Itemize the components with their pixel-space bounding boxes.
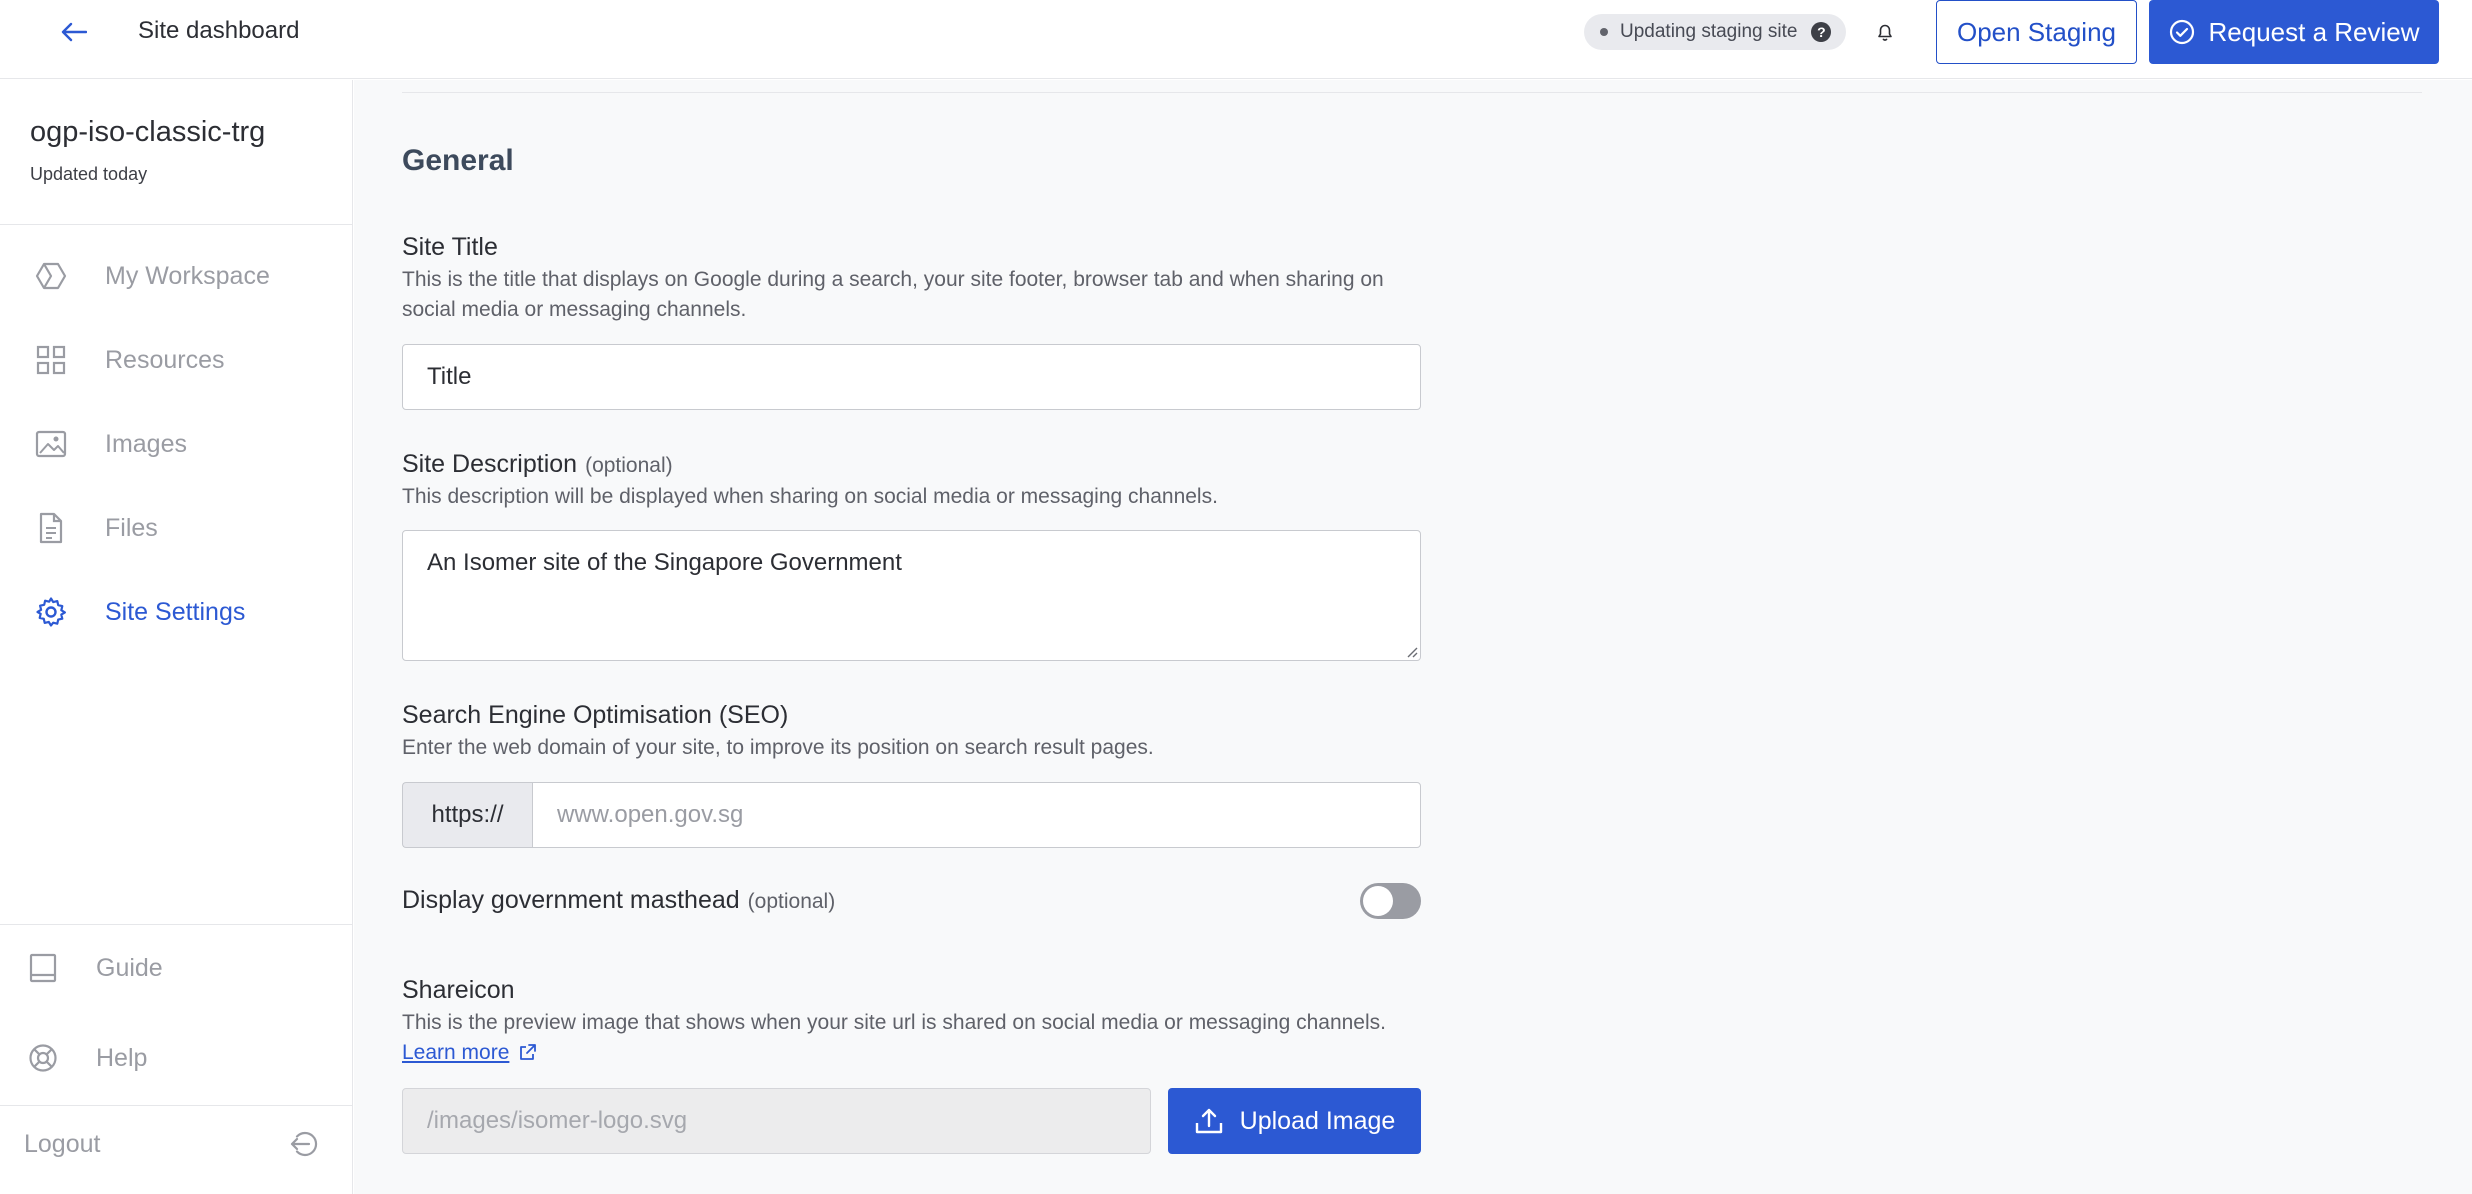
sidebar-divider bbox=[0, 1105, 353, 1106]
bell-icon bbox=[1878, 24, 1892, 41]
shareicon-help-text: This is the preview image that shows whe… bbox=[402, 1011, 1386, 1034]
help-circle-icon[interactable]: ? bbox=[1811, 22, 1832, 42]
notifications-button[interactable] bbox=[1870, 18, 1900, 48]
status-text: Updating staging site bbox=[1620, 21, 1798, 42]
resize-grip-icon[interactable] bbox=[1404, 644, 1418, 658]
grid-icon bbox=[34, 343, 68, 377]
sidebar-item-label: Images bbox=[105, 429, 187, 458]
check-circle-icon bbox=[2169, 19, 2194, 45]
sidebar-item-images[interactable]: Images bbox=[0, 412, 352, 476]
toggle-knob bbox=[1363, 886, 1393, 916]
request-review-label: Request a Review bbox=[2208, 16, 2420, 47]
back-button[interactable] bbox=[54, 14, 94, 50]
external-link-icon bbox=[520, 1044, 537, 1060]
optional-tag: (optional) bbox=[585, 454, 673, 477]
sidebar-item-my-workspace[interactable]: My Workspace bbox=[0, 244, 352, 308]
seo-label: Search Engine Optimisation (SEO) bbox=[402, 701, 789, 729]
optional-tag: (optional) bbox=[747, 890, 836, 913]
help-label: Help bbox=[96, 1044, 148, 1072]
settings-main: General Site Title This is the title tha… bbox=[354, 80, 2472, 1194]
upload-image-button[interactable]: Upload Image bbox=[1168, 1088, 1421, 1154]
masthead-toggle[interactable] bbox=[1360, 883, 1421, 919]
site-updated-text: Updated today bbox=[30, 164, 148, 184]
upload-icon bbox=[1195, 1108, 1222, 1134]
lifebuoy-icon bbox=[26, 1041, 60, 1075]
workspace-icon bbox=[34, 259, 68, 293]
main-divider bbox=[402, 92, 2422, 93]
logout-label: Logout bbox=[24, 1130, 101, 1158]
section-heading: General bbox=[402, 144, 514, 177]
sidebar-divider bbox=[0, 924, 353, 925]
masthead-label: Display government masthead (optional) bbox=[402, 886, 835, 915]
site-title-label: Site Title bbox=[402, 233, 498, 261]
sidebar-divider bbox=[0, 224, 353, 225]
site-description-label: Site Description (optional) bbox=[402, 450, 673, 479]
request-review-button[interactable]: Request a Review bbox=[2149, 0, 2439, 64]
site-description-label-text: Site Description bbox=[402, 450, 578, 478]
shareicon-help: This is the preview image that shows whe… bbox=[402, 1008, 1422, 1068]
domain-input[interactable]: www.open.gov.sg bbox=[532, 782, 1421, 848]
image-icon bbox=[34, 427, 68, 461]
sidebar-item-label: Site Settings bbox=[105, 597, 246, 626]
shareicon-label: Shareicon bbox=[402, 976, 515, 1004]
shareicon-path-input: /images/isomer-logo.svg bbox=[402, 1088, 1151, 1154]
url-prefix: https:// bbox=[402, 782, 532, 848]
guide-label: Guide bbox=[96, 954, 163, 982]
learn-more-link[interactable]: Learn more bbox=[402, 1041, 509, 1064]
shareicon-path-value: /images/isomer-logo.svg bbox=[427, 1107, 688, 1134]
sidebar-item-site-settings[interactable]: Site Settings bbox=[0, 580, 352, 644]
sidebar-item-guide[interactable]: Guide bbox=[0, 938, 352, 998]
site-description-textarea[interactable]: An Isomer site of the Singapore Governme… bbox=[402, 530, 1421, 661]
sidebar-item-files[interactable]: Files bbox=[0, 496, 352, 560]
seo-help: Enter the web domain of your site, to im… bbox=[402, 736, 1154, 759]
site-description-value: An Isomer site of the Singapore Governme… bbox=[427, 549, 902, 576]
status-dot bbox=[1600, 28, 1608, 36]
arrow-left-icon bbox=[61, 22, 87, 42]
sidebar-item-resources[interactable]: Resources bbox=[0, 328, 352, 392]
domain-placeholder: www.open.gov.sg bbox=[557, 801, 744, 828]
sidebar-item-help[interactable]: Help bbox=[0, 1028, 352, 1088]
book-icon bbox=[26, 951, 60, 985]
sidebar-item-label: My Workspace bbox=[105, 261, 270, 290]
sidebar-item-label: Files bbox=[105, 513, 158, 542]
site-description-help: This description will be displayed when … bbox=[402, 485, 1218, 508]
site-title-help: This is the title that displays on Googl… bbox=[402, 268, 1384, 321]
upload-image-label: Upload Image bbox=[1239, 1106, 1396, 1135]
sidebar: ogp-iso-classic-trg Updated today My Wor… bbox=[0, 80, 353, 1194]
status-badge: Updating staging site ? bbox=[1584, 14, 1846, 50]
open-staging-button[interactable]: Open Staging bbox=[1936, 0, 2137, 64]
logout-button[interactable]: Logout bbox=[0, 1114, 352, 1174]
file-icon bbox=[34, 511, 68, 545]
masthead-label-text: Display government masthead bbox=[402, 886, 740, 914]
header-title: Site dashboard bbox=[138, 17, 300, 44]
site-title-value: Title bbox=[427, 363, 472, 390]
logout-icon bbox=[288, 1127, 322, 1161]
gear-icon bbox=[34, 595, 68, 629]
top-header: Site dashboard Updating staging site ? O… bbox=[0, 0, 2472, 79]
site-name: ogp-iso-classic-trg bbox=[30, 116, 266, 148]
sidebar-item-label: Resources bbox=[105, 345, 225, 374]
site-title-input[interactable]: Title bbox=[402, 344, 1421, 410]
